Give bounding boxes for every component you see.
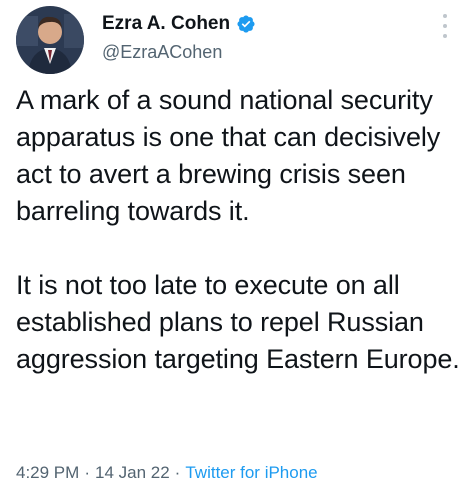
tweet-date[interactable]: 14 Jan 22 xyxy=(95,463,170,482)
verified-badge-icon xyxy=(236,14,256,34)
tweet-paragraph-1: A mark of a sound national security appa… xyxy=(16,85,441,226)
profile-photo-icon xyxy=(16,6,84,74)
tweet-paragraph-2: It is not too late to execute on all est… xyxy=(16,270,460,374)
author-name-row: Ezra A. Cohen xyxy=(102,13,256,35)
meta-separator: · xyxy=(84,463,90,482)
tweet-metadata: 4:29 PM · 14 Jan 22 · Twitter for iPhone xyxy=(16,463,318,483)
author-display-name[interactable]: Ezra A. Cohen xyxy=(102,13,230,35)
tweet-card: Ezra A. Cohen @EzraACohen A mark of a so… xyxy=(0,0,475,500)
tweet-time[interactable]: 4:29 PM xyxy=(16,463,79,482)
tweet-text: A mark of a sound national security appa… xyxy=(16,82,466,378)
more-options-icon[interactable] xyxy=(435,14,455,38)
tweet-source-link[interactable]: Twitter for iPhone xyxy=(185,463,317,482)
author-handle[interactable]: @EzraACohen xyxy=(102,42,222,63)
avatar[interactable] xyxy=(16,6,84,74)
meta-separator-2: · xyxy=(174,463,181,482)
